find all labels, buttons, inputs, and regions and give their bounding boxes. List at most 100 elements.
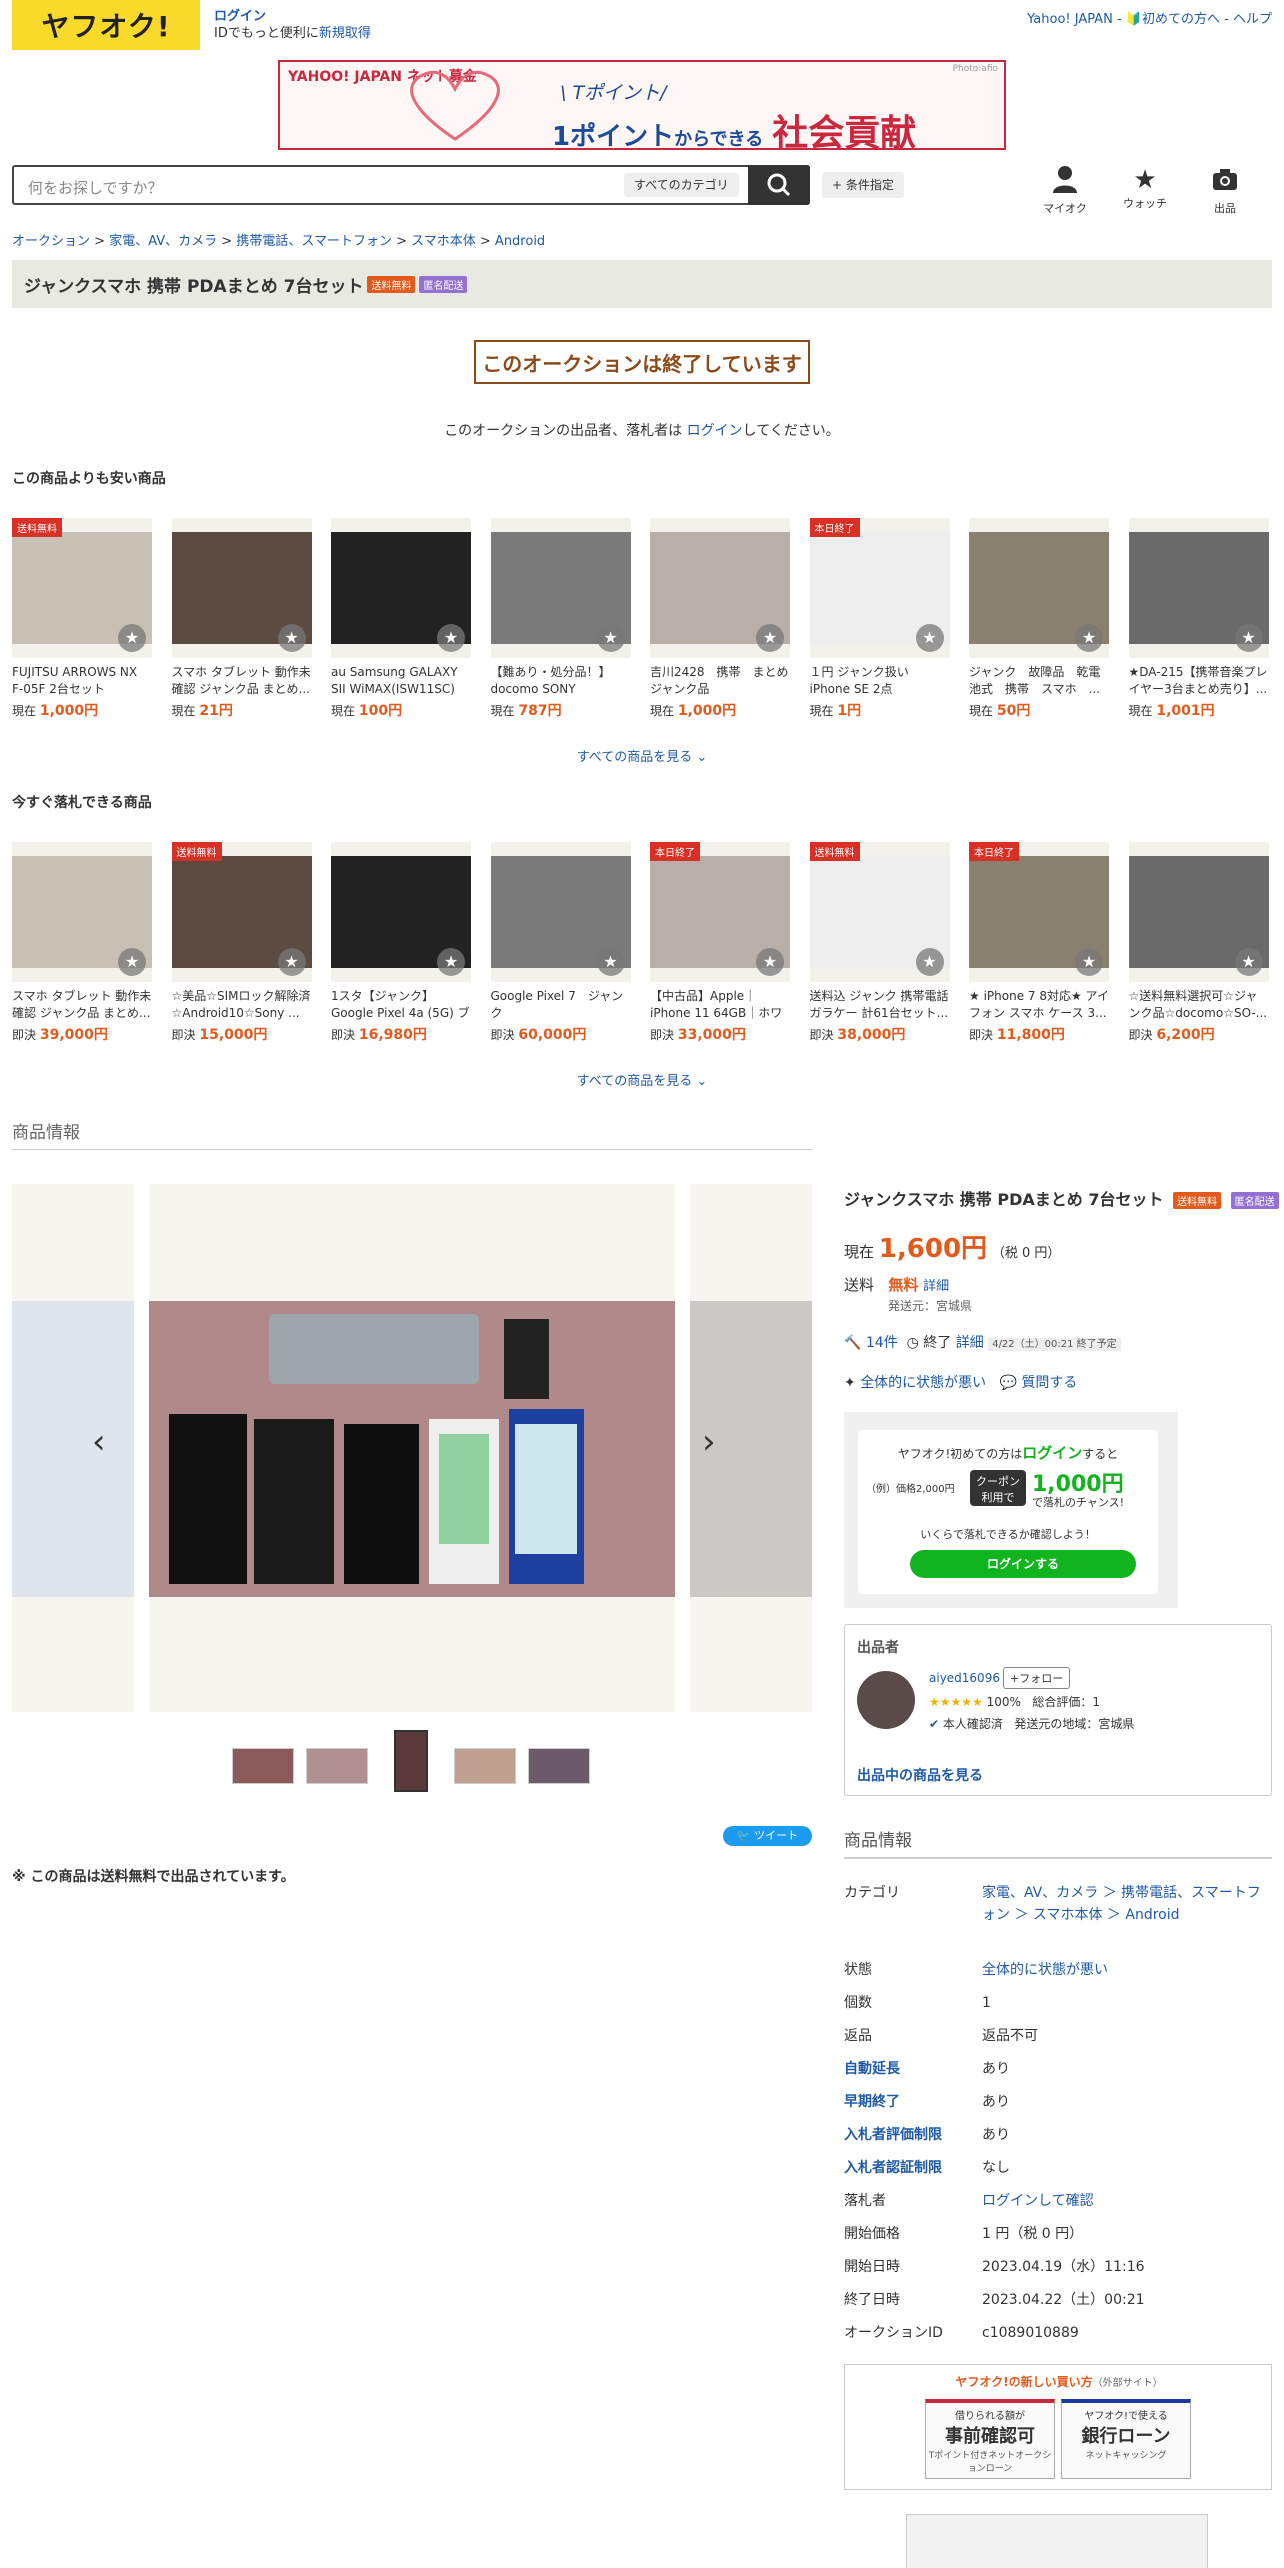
- promo-login-button[interactable]: ログインする: [910, 1550, 1136, 1578]
- product-card[interactable]: ★ ジャンク 故障品 乾電池式 携帯 スマホ ... 現在 50円: [969, 518, 1109, 720]
- product-image[interactable]: 送料無料 ★: [171, 842, 312, 982]
- watch-star-icon[interactable]: ★: [1234, 624, 1263, 652]
- condition-link[interactable]: 全体的に状態が悪い: [860, 1375, 986, 1391]
- product-name[interactable]: １円 ジャンク扱い iPhone SE 2点 iPhone7plus...: [810, 664, 950, 698]
- prev-arrow-icon[interactable]: ‹: [92, 1422, 106, 1462]
- product-name[interactable]: ★DA-215【携帯音楽プレイヤー3台まとめ売り】...: [1129, 664, 1269, 698]
- header-right-links[interactable]: Yahoo! JAPAN - 🔰初めての方へ - ヘルプ: [1027, 8, 1272, 27]
- product-card[interactable]: ★ Google Pixel 7 ジャンク 即決 60,000円: [490, 842, 631, 1044]
- product-image[interactable]: ★: [490, 518, 631, 658]
- breadcrumb-item[interactable]: オークション: [12, 234, 90, 249]
- watch-star-icon[interactable]: ★: [437, 624, 465, 652]
- next-image-preview[interactable]: ›: [690, 1184, 812, 1712]
- product-image[interactable]: ★: [490, 842, 631, 982]
- see-all-buynow-link[interactable]: すべての商品を見る ⌄: [0, 1070, 1284, 1089]
- product-name[interactable]: 1スタ【ジャンク】Google Pixel 4a (5G) ブラッ...: [331, 988, 471, 1022]
- product-card[interactable]: 送料無料 ★ ☆美品☆SIMロック解除済☆Android10☆Sony ... 即決 …: [171, 842, 312, 1044]
- info-value[interactable]: ログインして確認: [982, 2190, 1272, 2212]
- shipping-detail-link[interactable]: 詳細: [923, 1279, 949, 1294]
- watch-star-icon[interactable]: ★: [596, 948, 625, 976]
- side-ad[interactable]: [906, 2514, 1208, 2568]
- breadcrumb-item[interactable]: 携帯電話、スマートフォン: [236, 234, 392, 249]
- watch-star-icon[interactable]: ★: [277, 624, 306, 652]
- product-name[interactable]: スマホ タブレット 動作未確認 ジャンク品 まとめ...: [12, 988, 152, 1022]
- myauction-button[interactable]: マイオク: [1040, 165, 1090, 216]
- main-image[interactable]: [149, 1184, 675, 1712]
- prev-image-preview[interactable]: ‹: [12, 1184, 134, 1712]
- product-card[interactable]: ★ スマホ タブレット 動作未確認 ジャンク品 まとめ... 現在 21円: [171, 518, 312, 720]
- thumbnail[interactable]: [232, 1748, 294, 1784]
- product-name[interactable]: ★ iPhone 7 8対応★ アイフォン スマホ ケース 3...: [969, 988, 1109, 1022]
- watch-button[interactable]: ★ ウォッチ: [1120, 165, 1170, 211]
- bank-loan-card[interactable]: ヤフオク!で使える 銀行ローン ネットキャッシング: [1061, 2399, 1191, 2479]
- product-image[interactable]: ★: [331, 842, 471, 982]
- product-card[interactable]: ★ ★DA-215【携帯音楽プレイヤー3台まとめ売り】... 現在 1,001円: [1128, 518, 1269, 720]
- product-card[interactable]: ★ au Samsung GALAXY SII WiMAX(ISW11SC) 【ジ…: [331, 518, 471, 720]
- product-card[interactable]: ★ スマホ タブレット 動作未確認 ジャンク品 まとめ... 即決 39,000円: [12, 842, 152, 1044]
- watch-star-icon[interactable]: ★: [756, 624, 784, 652]
- product-card[interactable]: ★ ☆送料無料選択可☆ジャンク品☆docomo☆SO-... 即決 6,200円: [1128, 842, 1269, 1044]
- product-name[interactable]: 送料込 ジャンク 携帯電話 ガラケー 計61台セット...: [810, 988, 950, 1022]
- info-key[interactable]: 自動延長: [844, 2058, 984, 2078]
- watch-star-icon[interactable]: ★: [756, 948, 784, 976]
- product-name[interactable]: ジャンク 故障品 乾電池式 携帯 スマホ ...: [969, 664, 1109, 698]
- product-image[interactable]: 本日終了 ★: [969, 842, 1109, 982]
- login-link[interactable]: ログイン: [214, 8, 371, 25]
- product-image[interactable]: 送料無料 ★: [809, 842, 950, 982]
- seller-listings-link[interactable]: 出品中の商品を見る: [857, 1765, 983, 1785]
- next-arrow-icon[interactable]: ›: [702, 1422, 716, 1462]
- breadcrumb-item[interactable]: Android: [495, 234, 545, 249]
- condition-button[interactable]: + 条件指定: [822, 172, 904, 198]
- avatar[interactable]: [857, 1671, 915, 1729]
- product-card[interactable]: 本日終了 ★ 【中古品】Apple｜iPhone 11 64GB｜ホワイト... 即決…: [650, 842, 790, 1044]
- product-image[interactable]: ★: [171, 518, 312, 658]
- info-key[interactable]: 入札者認証制限: [844, 2157, 984, 2177]
- breadcrumb-item[interactable]: 家電、AV、カメラ: [109, 234, 217, 249]
- question-link[interactable]: 質問する: [1021, 1375, 1077, 1391]
- watch-star-icon[interactable]: ★: [1075, 624, 1103, 652]
- product-card[interactable]: 送料無料 ★ 送料込 ジャンク 携帯電話 ガラケー 計61台セット... 即決 38,…: [809, 842, 950, 1044]
- product-name[interactable]: 吉川2428 携帯 まとめ ジャンク品: [650, 664, 790, 698]
- product-name[interactable]: au Samsung GALAXY SII WiMAX(ISW11SC) 【ジ.…: [331, 664, 471, 698]
- product-image[interactable]: ★: [969, 518, 1109, 658]
- info-value[interactable]: 家電、AV、カメラ ＞ 携帯電話、スマートフォン ＞ スマホ本体 ＞ Andro…: [982, 1882, 1272, 1926]
- product-image[interactable]: ★: [12, 842, 152, 982]
- product-name[interactable]: ☆美品☆SIMロック解除済☆Android10☆Sony ...: [172, 988, 312, 1022]
- search-input[interactable]: 何をお探しですか？: [28, 177, 163, 198]
- thumbnail[interactable]: [528, 1748, 590, 1784]
- product-image[interactable]: ★: [1128, 518, 1269, 658]
- product-image[interactable]: ★: [1128, 842, 1269, 982]
- product-image[interactable]: ★: [331, 518, 471, 658]
- watch-star-icon[interactable]: ★: [1234, 948, 1263, 976]
- product-card[interactable]: 本日終了 ★ １円 ジャンク扱い iPhone SE 2点 iPhone7plus.…: [809, 518, 950, 720]
- watch-star-icon[interactable]: ★: [915, 948, 944, 976]
- bids-link[interactable]: 14件: [866, 1335, 898, 1351]
- product-card[interactable]: 送料無料 ★ FUJITSU ARROWS NX F-05F 2台セット 現在 1,0…: [12, 518, 152, 720]
- product-name[interactable]: 【難あり・処分品！】docomo SONY XperiaXZ S...: [491, 664, 631, 698]
- product-card[interactable]: ★ 吉川2428 携帯 まとめ ジャンク品 現在 1,000円: [650, 518, 790, 720]
- search-button[interactable]: [748, 165, 810, 205]
- seller-name-link[interactable]: aiyed16096: [929, 1671, 1000, 1685]
- product-image[interactable]: 本日終了 ★: [650, 842, 790, 982]
- product-name[interactable]: 【中古品】Apple｜iPhone 11 64GB｜ホワイト...: [650, 988, 790, 1022]
- product-card[interactable]: 本日終了 ★ ★ iPhone 7 8対応★ アイフォン スマホ ケース 3... 即…: [969, 842, 1109, 1044]
- info-key[interactable]: 早期終了: [844, 2091, 984, 2111]
- thumbnail-selected[interactable]: [394, 1730, 428, 1792]
- info-value[interactable]: 全体的に状態が悪い: [982, 1959, 1272, 1981]
- info-key[interactable]: 入札者評価制限: [844, 2124, 984, 2144]
- product-name[interactable]: スマホ タブレット 動作未確認 ジャンク品 まとめ...: [172, 664, 312, 698]
- end-detail-link[interactable]: 詳細: [956, 1335, 984, 1351]
- product-image[interactable]: 送料無料 ★: [12, 518, 152, 658]
- product-image[interactable]: ★: [650, 518, 790, 658]
- see-all-cheaper-link[interactable]: すべての商品を見る ⌄: [0, 746, 1284, 765]
- product-name[interactable]: ☆送料無料選択可☆ジャンク品☆docomo☆SO-...: [1129, 988, 1269, 1022]
- prior-approval-card[interactable]: 借りられる額が 事前確認可 Tポイント付きネットオークションローン: [925, 2399, 1055, 2479]
- sell-button[interactable]: 出品: [1200, 165, 1250, 216]
- product-card[interactable]: ★ 1スタ【ジャンク】Google Pixel 4a (5G) ブラッ... 即決 …: [331, 842, 471, 1044]
- breadcrumb-item[interactable]: スマホ本体: [411, 234, 476, 249]
- product-image[interactable]: 本日終了 ★: [809, 518, 950, 658]
- follow-button[interactable]: +フォロー: [1003, 1667, 1071, 1689]
- ad-banner[interactable]: YAHOO! JAPAN ネット募金 Photo:afio \ Tポイント/ 1…: [278, 60, 1006, 150]
- watch-star-icon[interactable]: ★: [915, 624, 944, 652]
- watch-star-icon[interactable]: ★: [1075, 948, 1103, 976]
